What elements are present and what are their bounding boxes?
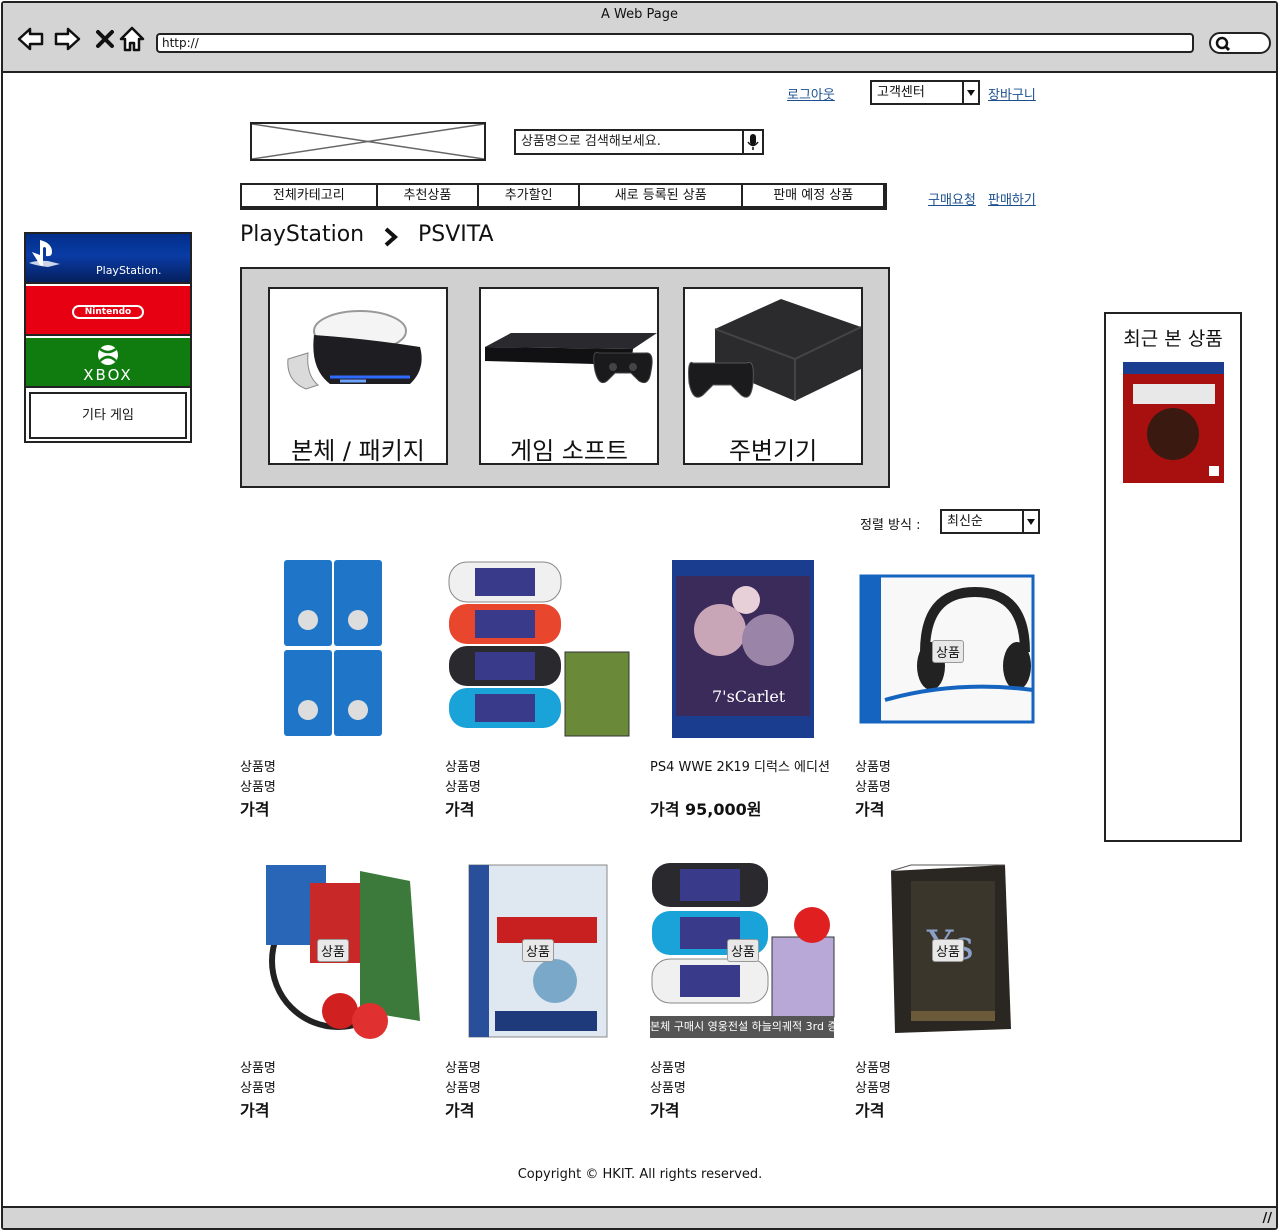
category-panel: 본체 / 패키지 게임 소프트 주변기기 <box>240 267 890 488</box>
product-name: 상품명 <box>855 1061 891 1076</box>
customer-center-select[interactable]: 고객센터 <box>870 80 980 105</box>
footer-copyright: Copyright © HKIT. All rights reserved. <box>517 1167 763 1182</box>
microphone-icon[interactable] <box>742 131 762 153</box>
recent-products-title: 최근 본 상품 <box>1123 328 1223 350</box>
sort-label: 정렬 방식 : <box>860 518 921 533</box>
sort-value: 최신순 <box>947 514 983 529</box>
stop-x-icon[interactable] <box>91 25 114 53</box>
product-name: 상품명 <box>445 1081 481 1096</box>
product-card[interactable]: 상품명 상품명 가격 <box>445 560 635 820</box>
logo-placeholder[interactable] <box>250 122 486 161</box>
tab-recommended[interactable]: 추천상품 <box>378 185 480 206</box>
category-caption: 본체 / 패키지 <box>291 437 425 465</box>
brand-xbox-label: XBOX <box>83 366 133 384</box>
product-name: 상품명 <box>445 780 481 795</box>
brand-playstation[interactable]: PlayStation. <box>26 234 190 284</box>
logout-link[interactable]: 로그아웃 <box>787 84 835 103</box>
category-accessories[interactable]: 주변기기 <box>683 287 863 465</box>
home-icon[interactable] <box>118 25 146 53</box>
tab-upcoming-products[interactable]: 판매 예정 상품 <box>743 185 883 206</box>
window-title: A Web Page <box>601 7 678 22</box>
product-price: 가격 <box>240 800 270 819</box>
product-name: 상품명 <box>240 760 276 775</box>
product-card[interactable]: 7'sCarlet PS4 WWE 2K19 디럭스 에디션 가격 95,000… <box>650 560 840 820</box>
product-name: 상품명 <box>240 1081 276 1096</box>
product-overlay-tag: 상품 <box>317 939 349 962</box>
product-price: 가격 <box>855 1101 885 1120</box>
buy-request-link[interactable]: 구매요청 <box>928 189 976 208</box>
product-price: 가격 95,000원 <box>650 800 762 819</box>
console-slim-image <box>485 333 657 384</box>
product-price: 가격 <box>445 1101 475 1120</box>
product-price: 가격 <box>240 1101 270 1120</box>
product-name: 상품명 <box>445 760 481 775</box>
cart-link[interactable]: 장바구니 <box>988 84 1036 103</box>
product-card[interactable]: 상품명 상품명 가격 <box>240 560 430 820</box>
forward-arrow-icon[interactable] <box>53 25 81 53</box>
tab-new-products[interactable]: 새로 등록된 상품 <box>580 185 744 206</box>
search-input[interactable]: 상품명으로 검색해보세요. <box>514 129 764 155</box>
url-input[interactable]: http:// <box>156 33 1194 53</box>
product-name: 상품명 <box>240 780 276 795</box>
product-name: 상품명 <box>240 1061 276 1076</box>
product-title: PS4 WWE 2K19 디럭스 에디션 <box>650 760 830 775</box>
product-overlay-tag: 상품 <box>522 939 554 962</box>
category-game-software[interactable]: 게임 소프트 <box>479 287 659 465</box>
product-card[interactable]: 상품 상품명 상품명 가격 <box>855 560 1045 820</box>
product-name: 상품명 <box>855 1081 891 1096</box>
brand-nintendo-label: Nintendo <box>72 305 144 319</box>
vr-headset-image <box>287 310 422 390</box>
tab-all-categories[interactable]: 전체카테고리 <box>242 185 378 206</box>
category-caption: 주변기기 <box>728 437 818 465</box>
breadcrumb-current: PSVITA <box>418 222 494 247</box>
product-overlay-tag: 상품 <box>932 640 964 663</box>
resize-grip-icon[interactable]: // <box>1263 1211 1273 1226</box>
category-caption: 게임 소프트 <box>509 437 629 465</box>
browser-search-field[interactable] <box>1209 32 1271 54</box>
product-price: 가격 <box>650 1101 680 1120</box>
product-name: 상품명 <box>650 1061 686 1076</box>
brand-xbox[interactable]: XBOX <box>26 338 190 388</box>
product-overlay-tag: 상품 <box>727 939 759 962</box>
product-name: 상품명 <box>650 1081 686 1096</box>
category-console-package[interactable]: 본체 / 패키지 <box>268 287 448 465</box>
brand-playstation-label: PlayStation. <box>96 264 162 277</box>
product-price: 가격 <box>855 800 885 819</box>
product-name: 상품명 <box>445 1061 481 1076</box>
svg-text:7'sCarlet: 7'sCarlet <box>712 687 786 706</box>
product-image: 7'sCarlet <box>672 560 814 738</box>
product-name: 상품명 <box>855 760 891 775</box>
product-image <box>448 561 630 737</box>
product-card[interactable]: 상품 상품명 상품명 가격 <box>445 861 635 1121</box>
product-price: 가격 <box>445 800 475 819</box>
chevron-down-icon[interactable] <box>962 82 978 103</box>
sell-link[interactable]: 판매하기 <box>988 189 1036 208</box>
console-controller-image <box>688 299 861 401</box>
browser-statusbar: // <box>3 1206 1276 1228</box>
product-card[interactable]: Ys 상품 상품명 상품명 가격 <box>855 861 1045 1121</box>
product-card[interactable]: 상품 상품명 상품명 가격 <box>240 861 430 1121</box>
product-card[interactable]: 상품 본체 구매시 영웅전설 하늘의궤적 3rd 증정 상품명 상품명 가격 <box>650 861 840 1121</box>
product-name: 상품명 <box>855 780 891 795</box>
chevron-right-icon <box>384 227 399 247</box>
browser-titlebar: A Web Page http:// <box>3 3 1276 73</box>
promo-banner: 본체 구매시 영웅전설 하늘의궤적 3rd 증정 <box>650 1016 834 1038</box>
breadcrumb-root[interactable]: PlayStation <box>240 222 364 247</box>
sort-select[interactable]: 최신순 <box>940 509 1040 534</box>
product-overlay-tag: 상품 <box>932 939 964 962</box>
product-image <box>284 560 382 736</box>
chevron-down-icon[interactable] <box>1022 511 1038 532</box>
recent-product-thumbnail[interactable] <box>1123 362 1224 483</box>
tab-extra-discount[interactable]: 추가할인 <box>479 185 580 206</box>
customer-center-value: 고객센터 <box>877 85 925 100</box>
recent-products-panel: 최근 본 상품 <box>1104 312 1242 842</box>
brand-nintendo[interactable]: Nintendo <box>26 286 190 336</box>
back-arrow-icon[interactable] <box>17 25 45 53</box>
magnifier-icon <box>1215 36 1231 52</box>
brand-other-games[interactable]: 기타 게임 <box>29 392 187 439</box>
brand-sidebar: PlayStation. Nintendo XBOX 기타 게임 <box>24 232 192 443</box>
search-placeholder: 상품명으로 검색해보세요. <box>521 134 661 149</box>
main-nav: 전체카테고리 추천상품 추가할인 새로 등록된 상품 판매 예정 상품 <box>240 183 887 210</box>
